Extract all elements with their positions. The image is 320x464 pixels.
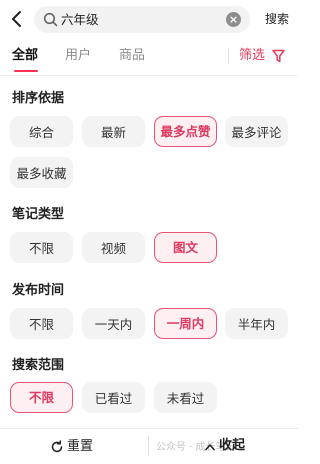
tab-users[interactable]: 用户 xyxy=(65,47,91,65)
footer-divider xyxy=(148,436,149,456)
note-type-section-title: 笔记类型 xyxy=(12,207,65,222)
sort-option[interactable]: 最多收藏 xyxy=(10,157,73,188)
sort-section-title: 排序依据 xyxy=(12,91,65,106)
note-type-option-selected[interactable]: 图文 xyxy=(154,232,217,263)
publish-time-section-title: 发布时间 xyxy=(12,283,65,298)
search-input[interactable]: 六年级 × xyxy=(34,6,250,33)
clear-icon[interactable]: × xyxy=(226,12,241,27)
filter-button[interactable]: 筛选 xyxy=(239,47,265,65)
publish-time-option[interactable]: 半年内 xyxy=(225,308,288,339)
reset-icon[interactable] xyxy=(50,440,64,454)
footer-divider-line xyxy=(0,428,298,429)
search-query-text: 六年级 xyxy=(61,12,99,27)
active-tab-indicator xyxy=(14,70,38,72)
search-icon xyxy=(43,12,58,27)
back-arrow-icon[interactable] xyxy=(9,10,25,28)
publish-time-option[interactable]: 一天内 xyxy=(82,308,145,339)
search-scope-option[interactable]: 已看过 xyxy=(82,382,145,413)
tab-all[interactable]: 全部 xyxy=(12,47,38,65)
search-scope-option[interactable]: 未看过 xyxy=(154,382,217,413)
search-scope-section-title: 搜索范围 xyxy=(12,358,65,373)
collapse-button[interactable]: 收起 xyxy=(219,437,245,455)
note-type-option[interactable]: 不限 xyxy=(10,232,73,263)
sort-option-selected[interactable]: 最多点赞 xyxy=(154,116,217,147)
sort-option[interactable]: 最多评论 xyxy=(225,116,288,147)
sort-option[interactable]: 最新 xyxy=(82,116,145,147)
filter-funnel-icon[interactable] xyxy=(272,49,285,63)
tab-divider xyxy=(228,48,229,64)
result-tabs: 全部 用户 商品 筛选 xyxy=(0,40,298,74)
search-button[interactable]: 搜索 xyxy=(265,10,289,28)
sort-option[interactable]: 综合 xyxy=(10,116,73,147)
note-type-option[interactable]: 视频 xyxy=(82,232,145,263)
search-scope-option-selected[interactable]: 不限 xyxy=(10,382,73,413)
publish-time-option[interactable]: 不限 xyxy=(10,308,73,339)
chevron-up-icon[interactable] xyxy=(205,443,215,451)
reset-button[interactable]: 重置 xyxy=(67,438,93,456)
divider xyxy=(0,75,298,76)
publish-time-option-selected[interactable]: 一周内 xyxy=(154,308,217,339)
search-header: 六年级 × 搜索 xyxy=(0,0,298,38)
tab-products[interactable]: 商品 xyxy=(119,47,145,65)
